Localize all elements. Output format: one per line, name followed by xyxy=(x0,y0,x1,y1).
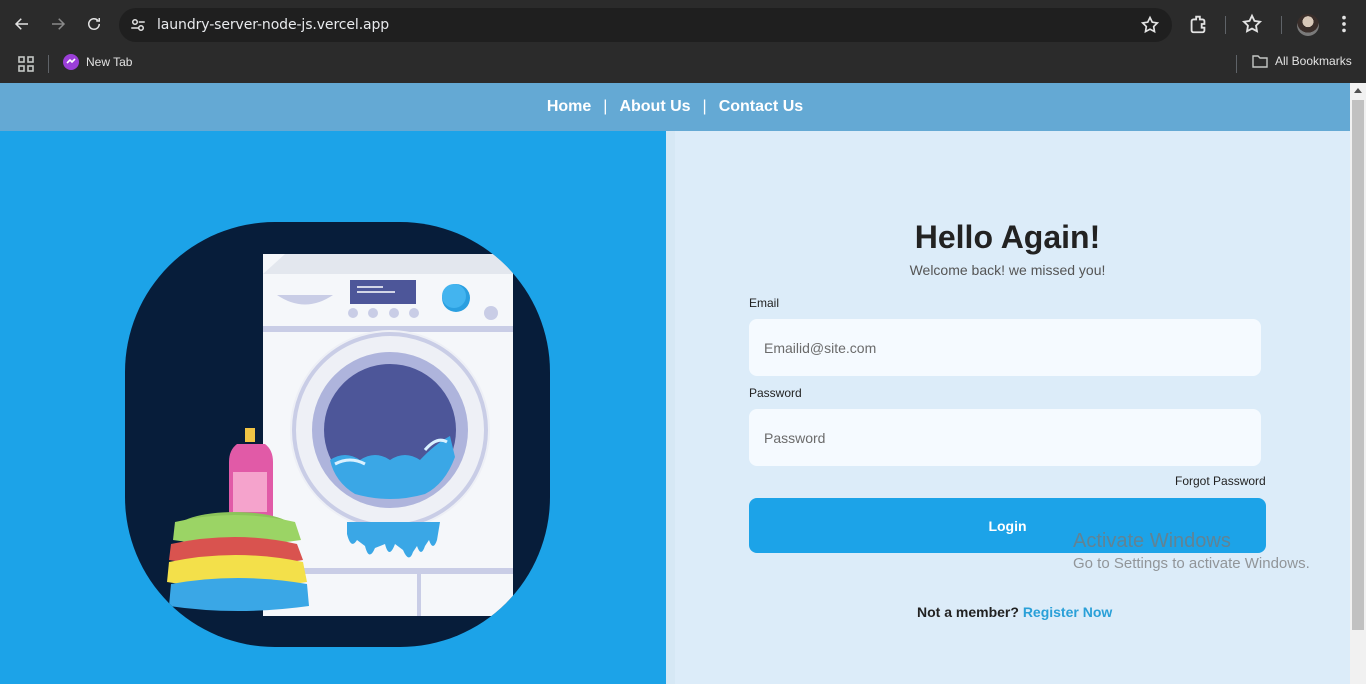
scroll-up-arrow-icon[interactable] xyxy=(1354,88,1362,93)
password-label: Password xyxy=(749,386,802,400)
email-label: Email xyxy=(749,296,780,310)
nav-link-home[interactable]: Home xyxy=(547,98,591,116)
reload-button[interactable] xyxy=(80,10,108,38)
reload-icon xyxy=(88,18,100,30)
login-subtitle: Welcome back! we missed you! xyxy=(909,262,1106,278)
scrollbar-thumb[interactable] xyxy=(1352,100,1364,630)
arrow-left-icon xyxy=(14,18,28,30)
all-bookmarks-button[interactable]: All Bookmarks xyxy=(1252,54,1352,68)
register-link[interactable]: Register Now xyxy=(1023,604,1112,620)
bookmark-star-icon[interactable] xyxy=(1140,15,1160,35)
web-page: Home | About Us | Contact Us Hello Again… xyxy=(0,83,1366,684)
extensions-icon[interactable] xyxy=(1187,13,1209,35)
login-panel: Hello Again! Welcome back! we missed you… xyxy=(675,131,1350,684)
register-row: Not a member? Register Now xyxy=(917,604,1112,620)
all-bookmarks-label: All Bookmarks xyxy=(1275,54,1352,68)
login-title: Hello Again! xyxy=(914,219,1101,255)
url-text[interactable]: laundry-server-node-js.vercel.app xyxy=(157,17,389,33)
bookmark-label: New Tab xyxy=(86,55,133,69)
forward-button[interactable] xyxy=(44,10,72,38)
bookmarks-bar: New Tab All Bookmarks xyxy=(0,48,1366,83)
toolbar-divider xyxy=(1225,16,1226,34)
profile-avatar[interactable] xyxy=(1297,14,1319,36)
new-tab-favicon-icon xyxy=(63,54,79,70)
back-button[interactable] xyxy=(8,10,36,38)
hero-illustration-panel xyxy=(0,131,666,684)
address-bar[interactable]: laundry-server-node-js.vercel.app xyxy=(119,8,1172,42)
washing-machine-illustration xyxy=(125,222,550,647)
site-navbar: Home | About Us | Contact Us xyxy=(0,83,1350,131)
bookmarks-star-icon[interactable] xyxy=(1241,13,1263,35)
arrow-right-icon xyxy=(52,18,66,30)
nav-separator: | xyxy=(702,98,707,115)
nav-link-about-us[interactable]: About Us xyxy=(619,98,690,116)
apps-grid-icon[interactable] xyxy=(18,56,34,72)
site-settings-icon[interactable] xyxy=(129,16,147,34)
panel-divider xyxy=(666,131,675,684)
browser-toolbar: laundry-server-node-js.vercel.app xyxy=(0,0,1366,48)
email-input[interactable] xyxy=(749,319,1261,376)
register-prompt: Not a member? xyxy=(917,604,1019,620)
more-menu-icon[interactable] xyxy=(1333,13,1355,35)
forgot-password-link[interactable]: Forgot Password xyxy=(1175,474,1266,488)
bookmarks-divider xyxy=(48,55,49,73)
page-scrollbar[interactable] xyxy=(1350,83,1366,684)
bookmark-new-tab[interactable]: New Tab xyxy=(63,54,132,70)
bookmarks-divider xyxy=(1236,55,1237,73)
password-input[interactable] xyxy=(749,409,1261,466)
nav-separator: | xyxy=(603,98,608,115)
nav-link-contact-us[interactable]: Contact Us xyxy=(719,98,803,116)
toolbar-divider xyxy=(1281,16,1282,34)
login-button[interactable]: Login xyxy=(749,498,1266,553)
folder-icon xyxy=(1252,55,1268,68)
